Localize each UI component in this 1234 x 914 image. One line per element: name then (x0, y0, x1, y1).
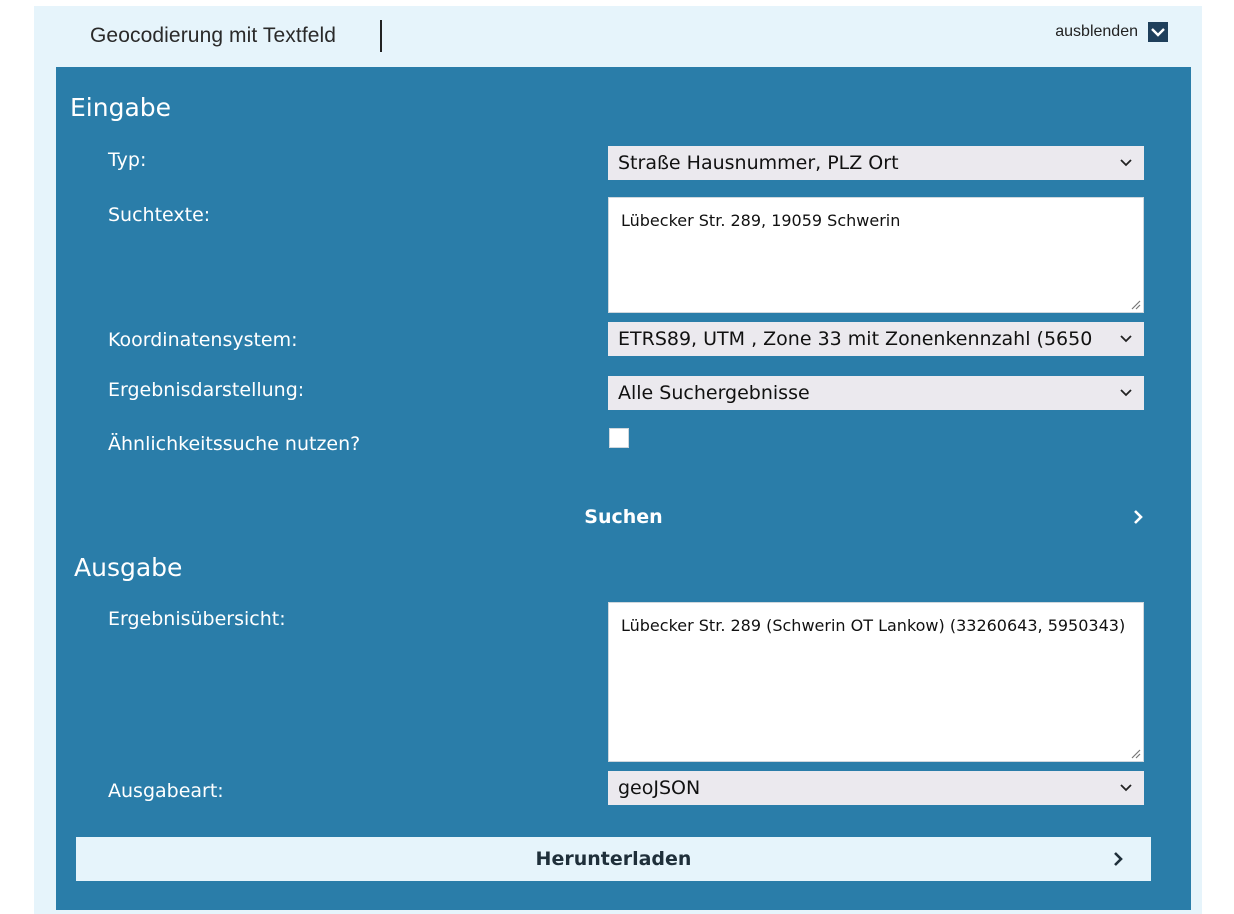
download-button[interactable]: Herunterladen (76, 837, 1151, 881)
chevron-down-icon (1120, 389, 1132, 397)
text-cursor (380, 20, 382, 52)
aehnlichkeitssuche-checkbox[interactable] (609, 428, 629, 448)
chevron-down-icon[interactable] (1148, 22, 1168, 42)
widget-title: Geocodierung mit Textfeld (90, 24, 337, 47)
search-button-label: Suchen (584, 506, 663, 528)
ergebnisdarstellung-select-value: Alle Suchergebnisse (618, 382, 810, 404)
search-button[interactable]: Suchen (76, 495, 1171, 539)
form-panel: Eingabe Typ: Straße Hausnummer, PLZ Ort … (56, 67, 1191, 910)
label-ausgabeart: Ausgabeart: (108, 780, 224, 802)
label-typ: Typ: (108, 149, 147, 171)
resize-handle-icon[interactable] (1129, 747, 1141, 759)
chevron-down-icon (1120, 784, 1132, 792)
typ-select-value: Straße Hausnummer, PLZ Ort (618, 152, 899, 174)
koordinatensystem-select[interactable]: ETRS89, UTM , Zone 33 mit Zonenkennzahl … (608, 322, 1144, 356)
suchtexte-value: Lübecker Str. 289, 19059 Schwerin (621, 211, 901, 230)
ergebnisuebersicht-textarea[interactable]: Lübecker Str. 289 (Schwerin OT Lankow) (… (608, 602, 1144, 762)
label-koordinatensystem: Koordinatensystem: (108, 329, 298, 351)
chevron-down-icon (1120, 159, 1132, 167)
label-aehnlichkeitssuche: Ähnlichkeitssuche nutzen? (108, 433, 361, 455)
ergebnisdarstellung-select[interactable]: Alle Suchergebnisse (608, 376, 1144, 410)
ergebnisuebersicht-value: Lübecker Str. 289 (Schwerin OT Lankow) (… (621, 616, 1126, 635)
ausgabeart-select[interactable]: geoJSON (608, 771, 1144, 805)
label-suchtexte: Suchtexte: (108, 204, 211, 226)
label-ergebnisuebersicht: Ergebnisübersicht: (108, 608, 286, 630)
label-ergebnisdarstellung: Ergebnisdarstellung: (108, 379, 305, 401)
ausgabeart-select-value: geoJSON (618, 777, 701, 799)
chevron-right-icon (1134, 510, 1143, 524)
chevron-down-icon (1120, 335, 1132, 343)
hide-toggle[interactable]: ausblenden (1055, 22, 1168, 42)
section-heading-ausgabe: Ausgabe (74, 553, 183, 582)
resize-handle-icon[interactable] (1129, 298, 1141, 310)
suchtexte-textarea[interactable]: Lübecker Str. 289, 19059 Schwerin (608, 197, 1144, 313)
typ-select[interactable]: Straße Hausnummer, PLZ Ort (608, 146, 1144, 180)
download-button-label: Herunterladen (535, 848, 692, 870)
chevron-right-icon (1114, 852, 1123, 866)
koordinatensystem-select-value: ETRS89, UTM , Zone 33 mit Zonenkennzahl … (618, 328, 1093, 350)
section-heading-eingabe: Eingabe (70, 93, 172, 122)
hide-toggle-label: ausblenden (1055, 23, 1138, 40)
